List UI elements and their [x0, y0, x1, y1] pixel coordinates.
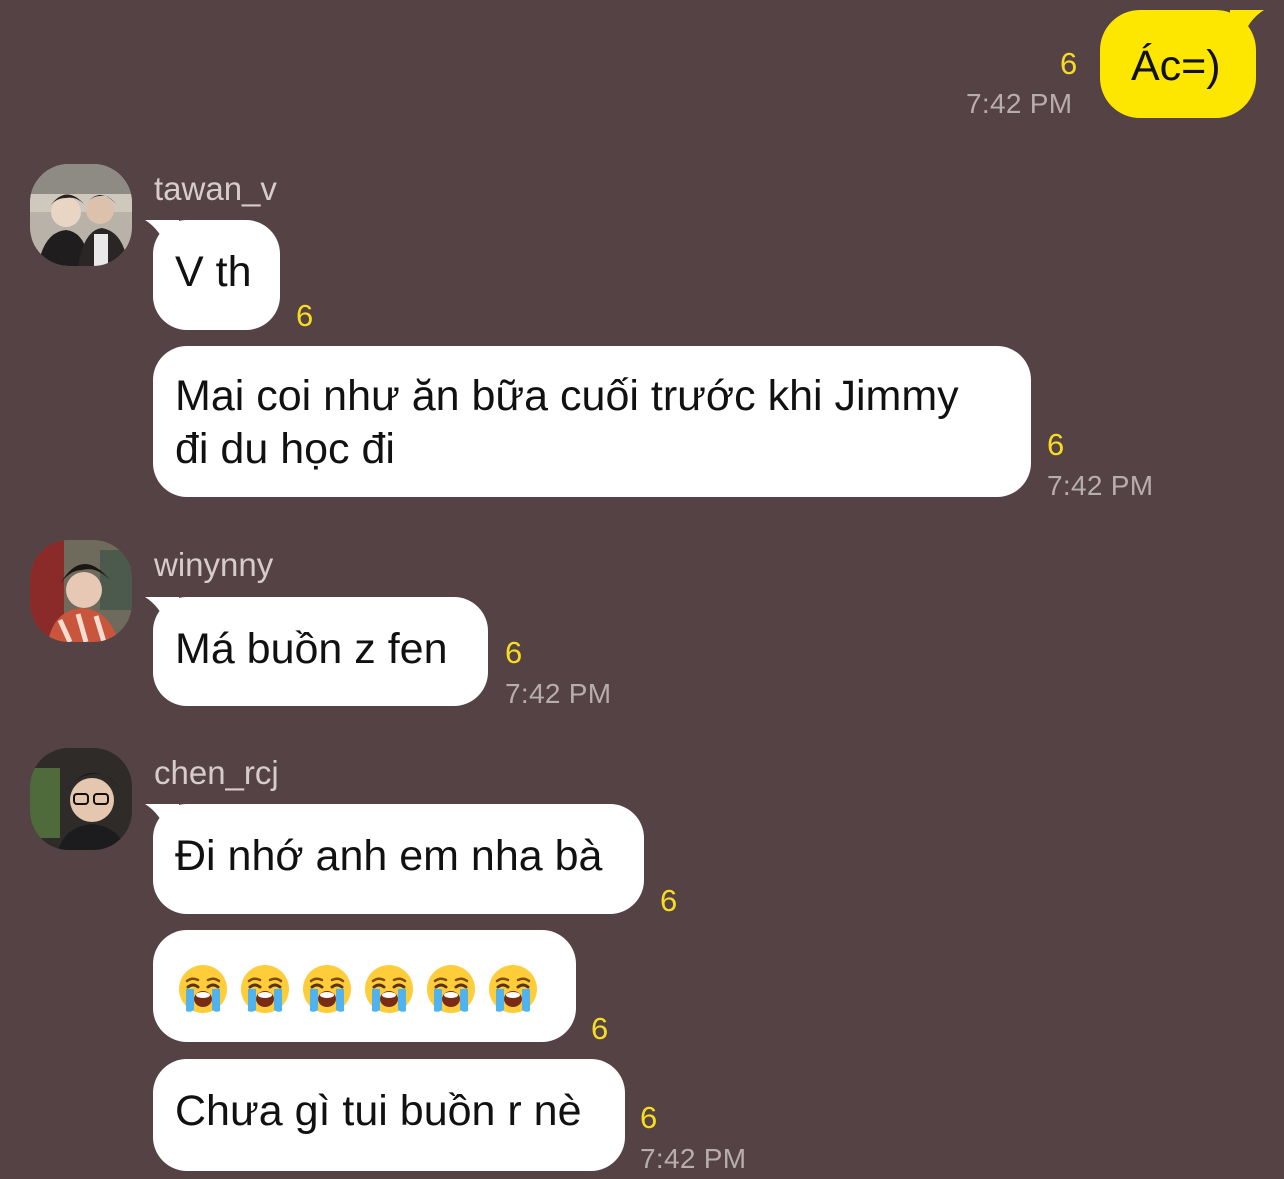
- loudly-crying-face-icon: [427, 964, 475, 1013]
- emoji-row: [177, 962, 539, 1013]
- message-bubble[interactable]: Mai coi như ăn bữa cuối trước khi Jimmy …: [153, 346, 1031, 497]
- message-time: 7:42 PM: [966, 88, 1073, 119]
- message-bubble[interactable]: Đi nhớ anh em nha bà: [145, 804, 644, 914]
- message-text: V th: [175, 248, 252, 296]
- unread-count: 6: [640, 1100, 658, 1135]
- avatar-winynny[interactable]: [30, 540, 132, 642]
- sender-name: winynny: [154, 546, 274, 583]
- unread-count: 6: [296, 298, 314, 333]
- unread-count: 6: [505, 635, 523, 670]
- unread-count: 6: [1060, 46, 1078, 81]
- bubble-tail-icon: [145, 220, 179, 250]
- loudly-crying-face-icon: [179, 964, 227, 1013]
- profile-photo-avatar: [30, 164, 132, 266]
- loudly-crying-face-icon: [365, 964, 413, 1013]
- emoji-message-bubble[interactable]: [153, 930, 576, 1042]
- profile-photo-avatar: [30, 540, 132, 642]
- message-text-line: Mai coi như ăn bữa cuối trước khi Jimmy: [175, 372, 959, 420]
- loudly-crying-face-icon: [303, 964, 351, 1013]
- unread-count: 6: [591, 1011, 609, 1046]
- message-text: Chưa gì tui buồn r nè: [175, 1087, 582, 1135]
- loudly-crying-face-icon: [489, 964, 537, 1013]
- bubble-tail-icon: [145, 804, 179, 834]
- message-bubble[interactable]: Má buồn z fen: [145, 597, 488, 706]
- message-bubble[interactable]: V th: [145, 220, 280, 330]
- message-text: Ác=): [1131, 42, 1221, 90]
- bubble-tail-icon: [1230, 10, 1264, 40]
- message-text: Đi nhớ anh em nha bà: [175, 832, 603, 880]
- sender-name: tawan_v: [154, 170, 277, 207]
- message-time: 7:42 PM: [505, 678, 612, 709]
- profile-photo-avatar: [30, 748, 132, 850]
- sender-name: chen_rcj: [154, 754, 279, 791]
- loudly-crying-face-icon: [241, 964, 289, 1013]
- avatar-chen_rcj[interactable]: [30, 748, 132, 850]
- avatar-tawan_v[interactable]: [30, 164, 132, 266]
- message-text: Má buồn z fen: [175, 625, 448, 673]
- message-bubble[interactable]: Chưa gì tui buồn r nè: [153, 1059, 625, 1171]
- my-message-bubble[interactable]: Ác=): [1100, 10, 1264, 118]
- message-time: 7:42 PM: [1047, 470, 1154, 501]
- bubble-tail-icon: [145, 597, 179, 627]
- message-time: 7:42 PM: [640, 1143, 747, 1174]
- unread-count: 6: [1047, 427, 1065, 462]
- unread-count: 6: [660, 883, 678, 918]
- message-text-line: đi du học đi: [175, 425, 395, 473]
